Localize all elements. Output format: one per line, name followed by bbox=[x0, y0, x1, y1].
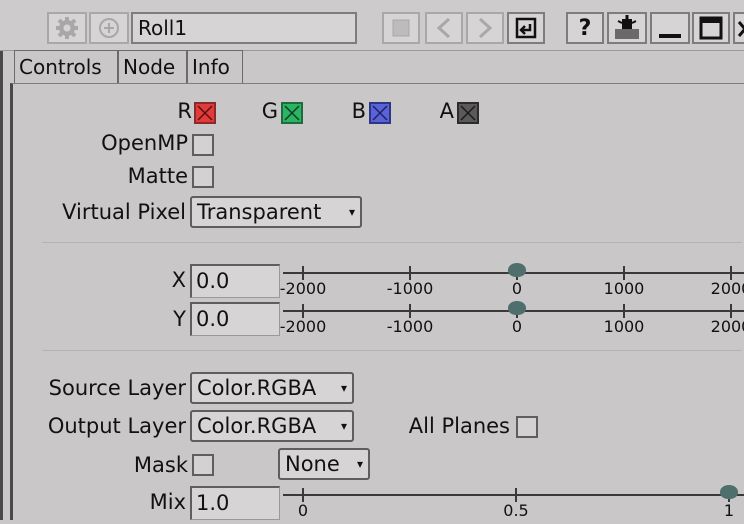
y-slider[interactable]: -2000 -1000 0 1000 2000 bbox=[279, 300, 744, 340]
openmp-checkbox[interactable] bbox=[192, 134, 214, 156]
virtual-pixel-label: Virtual Pixel bbox=[62, 200, 186, 224]
channel-g-checkbox[interactable] bbox=[281, 102, 303, 124]
slider-tick bbox=[302, 304, 304, 318]
pin-icon[interactable] bbox=[607, 12, 647, 44]
slider-tick-label: 0.5 bbox=[503, 501, 529, 520]
y-label: Y bbox=[173, 307, 186, 331]
channel-g-label: G bbox=[261, 99, 278, 123]
slider-tick-label: -2000 bbox=[279, 317, 327, 336]
y-input[interactable]: 0.0 bbox=[190, 302, 280, 336]
slider-handle[interactable] bbox=[508, 301, 526, 315]
slider-tick-label: -1000 bbox=[386, 279, 434, 298]
gear-icon[interactable] bbox=[47, 12, 87, 44]
slider-tick-label: 0 bbox=[297, 501, 309, 520]
mix-slider[interactable]: 0 0.5 1 bbox=[283, 484, 744, 524]
openmp-label: OpenMP bbox=[101, 131, 188, 155]
tab-info-label: Info bbox=[192, 55, 230, 79]
virtual-pixel-value: Transparent bbox=[197, 200, 322, 224]
slider-tick bbox=[409, 304, 411, 318]
slider-tick bbox=[302, 266, 304, 280]
close-icon[interactable] bbox=[733, 12, 744, 44]
channel-r-checkbox[interactable] bbox=[194, 102, 216, 124]
mix-input[interactable]: 1.0 bbox=[190, 486, 280, 520]
mask-checkbox[interactable] bbox=[192, 454, 214, 476]
stop-icon[interactable] bbox=[382, 12, 420, 44]
channel-a-label: A bbox=[439, 99, 454, 123]
matte-checkbox[interactable] bbox=[192, 166, 214, 188]
maximize-icon[interactable] bbox=[692, 12, 730, 44]
minimize-icon[interactable] bbox=[650, 12, 690, 44]
slider-tick bbox=[302, 488, 304, 502]
x-input[interactable]: 0.0 bbox=[190, 264, 280, 298]
slider-tick bbox=[515, 488, 517, 502]
node-toolbar: Roll1 ? bbox=[0, 0, 744, 51]
slider-tick-label: -2000 bbox=[279, 279, 327, 298]
x-label: X bbox=[171, 268, 186, 292]
slider-tick bbox=[409, 266, 411, 280]
tab-node[interactable]: Node bbox=[118, 50, 187, 84]
channel-b-label: B bbox=[351, 99, 366, 123]
source-layer-dropdown[interactable]: Color.RGBA ▾ bbox=[190, 372, 354, 404]
mask-channel-value: None bbox=[285, 452, 340, 476]
slider-tick-label: 2000 bbox=[710, 317, 744, 336]
channel-b-checkbox[interactable] bbox=[369, 102, 391, 124]
matte-label: Matte bbox=[127, 164, 188, 188]
slider-tick-label: -1000 bbox=[386, 317, 434, 336]
output-layer-dropdown[interactable]: Color.RGBA ▾ bbox=[190, 410, 354, 442]
section-divider bbox=[42, 242, 742, 243]
tab-controls[interactable]: Controls bbox=[14, 50, 118, 84]
tab-node-label: Node bbox=[123, 55, 176, 79]
virtual-pixel-dropdown[interactable]: Transparent ▾ bbox=[190, 196, 362, 228]
slider-tick bbox=[623, 304, 625, 318]
dropdown-arrow-icon: ▾ bbox=[340, 381, 347, 395]
channel-r-label: R bbox=[177, 99, 192, 123]
output-layer-label: Output Layer bbox=[47, 414, 186, 438]
dropdown-arrow-icon: ▾ bbox=[340, 419, 347, 433]
channel-a-checkbox[interactable] bbox=[457, 102, 479, 124]
slider-handle[interactable] bbox=[720, 485, 738, 499]
slider-tick bbox=[623, 266, 625, 280]
next-icon[interactable] bbox=[466, 12, 504, 44]
tab-controls-label: Controls bbox=[19, 55, 102, 79]
mask-channel-dropdown[interactable]: None ▾ bbox=[278, 448, 370, 480]
all-planes-label: All Planes bbox=[408, 414, 510, 438]
slider-track[interactable] bbox=[283, 494, 744, 496]
slider-tick-label: 0 bbox=[511, 279, 523, 298]
mix-label: Mix bbox=[149, 490, 186, 514]
slider-handle[interactable] bbox=[508, 263, 526, 277]
slider-tick bbox=[730, 266, 732, 280]
help-icon[interactable]: ? bbox=[566, 12, 604, 44]
section-divider bbox=[42, 350, 742, 351]
slider-tick-label: 1 bbox=[723, 501, 735, 520]
return-icon[interactable] bbox=[507, 12, 545, 44]
node-name-field[interactable]: Roll1 bbox=[131, 12, 357, 44]
slider-tick-label: 1000 bbox=[603, 279, 645, 298]
mask-label: Mask bbox=[133, 453, 188, 477]
add-circle-icon[interactable] bbox=[89, 12, 129, 44]
slider-tick bbox=[730, 304, 732, 318]
dropdown-arrow-icon: ▾ bbox=[348, 205, 355, 219]
slider-tick-label: 1000 bbox=[603, 317, 645, 336]
output-layer-value: Color.RGBA bbox=[197, 414, 317, 438]
source-layer-value: Color.RGBA bbox=[197, 376, 317, 400]
all-planes-checkbox[interactable] bbox=[516, 416, 538, 438]
tab-info[interactable]: Info bbox=[187, 50, 243, 84]
window-border bbox=[0, 0, 3, 520]
slider-tick-label: 2000 bbox=[710, 279, 744, 298]
prev-icon[interactable] bbox=[425, 12, 463, 44]
x-slider[interactable]: -2000 -1000 0 1000 2000 bbox=[279, 262, 744, 302]
source-layer-label: Source Layer bbox=[48, 376, 186, 400]
help-label: ? bbox=[578, 15, 592, 41]
slider-tick-label: 0 bbox=[511, 317, 523, 336]
dropdown-arrow-icon: ▾ bbox=[356, 457, 363, 471]
